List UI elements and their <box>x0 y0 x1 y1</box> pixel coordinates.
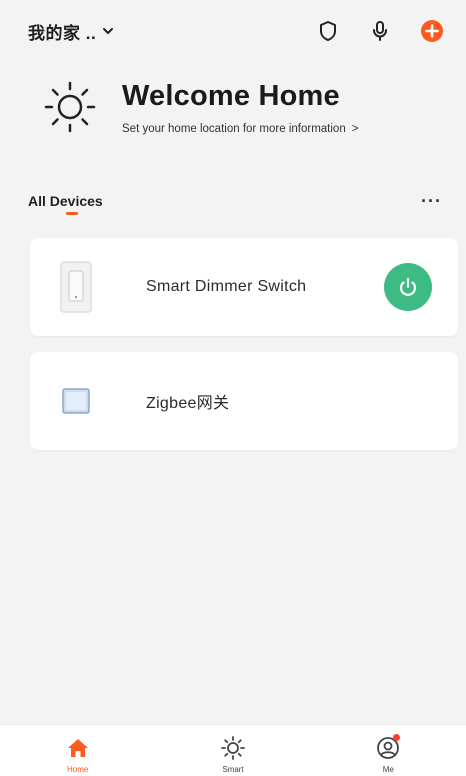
user-icon <box>375 734 401 761</box>
tab-me[interactable]: Me <box>311 725 466 776</box>
device-card[interactable]: Smart Dimmer Switch <box>30 238 458 336</box>
welcome-banner: Welcome Home Set your home location for … <box>40 72 440 142</box>
tab-home[interactable]: Home <box>0 725 155 776</box>
sun-icon <box>40 77 100 137</box>
tab-label: Me <box>382 765 394 774</box>
device-name: Smart Dimmer Switch <box>146 278 307 295</box>
tab-label: Smart <box>222 765 244 774</box>
devices-section-header: All Devices ··· <box>28 186 442 216</box>
gateway-icon <box>56 388 96 414</box>
device-name: Zigbee网关 <box>146 395 230 412</box>
welcome-title: Welcome Home <box>122 79 340 112</box>
wall-switch-icon <box>56 261 96 313</box>
welcome-text: Welcome Home Set your home location for … <box>122 80 358 135</box>
chevron-right-icon: > <box>351 122 359 135</box>
tab-all-devices[interactable]: All Devices <box>28 193 103 209</box>
power-icon <box>399 277 417 296</box>
set-location-link[interactable]: Set your home location for more informat… <box>122 123 358 135</box>
tab-smart[interactable]: Smart <box>155 725 310 776</box>
power-toggle-button[interactable] <box>384 263 432 311</box>
chevron-down-icon <box>103 28 114 34</box>
sun-icon <box>220 735 246 761</box>
home-selector[interactable]: 我的家 .. <box>28 19 114 44</box>
more-options-button[interactable]: ··· <box>421 192 442 210</box>
bottom-tab-bar: Home Smart Me <box>0 724 466 776</box>
shield-icon[interactable] <box>316 19 340 43</box>
top-bar: 我的家 .. <box>0 0 466 62</box>
top-actions <box>316 19 444 43</box>
active-tab-indicator <box>66 212 78 215</box>
home-icon <box>65 735 91 761</box>
microphone-icon[interactable] <box>368 19 392 43</box>
tab-label: Home <box>66 765 89 774</box>
home-name: 我的家 .. <box>28 23 97 43</box>
device-card[interactable]: Zigbee网关 <box>30 352 458 450</box>
welcome-subtitle: Set your home location for more informat… <box>122 122 346 135</box>
add-icon[interactable] <box>420 19 444 43</box>
